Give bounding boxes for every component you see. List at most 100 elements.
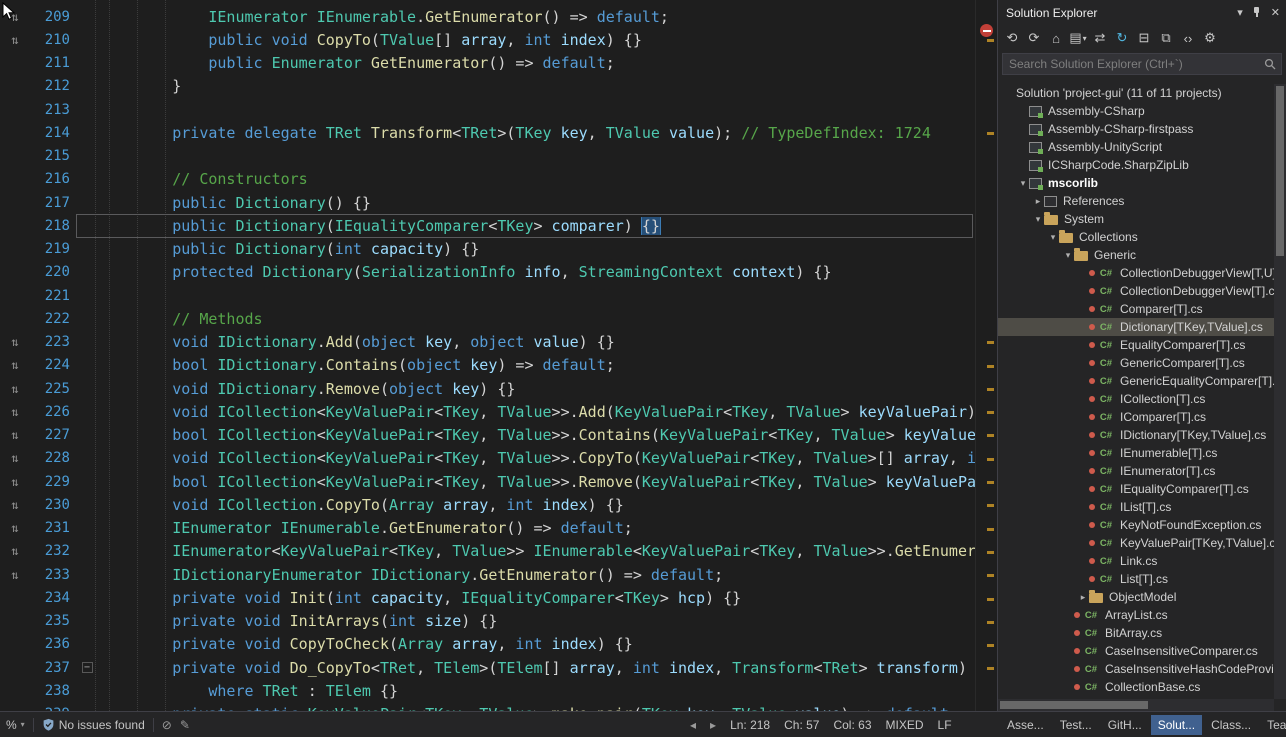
tree-item[interactable]: ▸References: [998, 192, 1274, 210]
tree-item[interactable]: C#CollectionDebuggerView[T,U].cs: [998, 264, 1274, 282]
tree-item[interactable]: C#EqualityComparer[T].cs: [998, 336, 1274, 354]
implements-interface-icon[interactable]: ⇅: [0, 498, 30, 512]
nav-prev-icon[interactable]: ◂: [690, 718, 696, 732]
tree-item[interactable]: C#CollectionDebuggerView[T].cs: [998, 282, 1274, 300]
implements-interface-icon[interactable]: ⇅: [0, 335, 30, 349]
line-ending-indicator[interactable]: LF: [938, 718, 952, 732]
implements-interface-icon[interactable]: ⇅: [0, 568, 30, 582]
code-line[interactable]: 211public Enumerator GetEnumerator() => …: [0, 52, 975, 75]
tree-item[interactable]: C#CollectionBase.cs: [998, 678, 1274, 696]
tool-window-tab[interactable]: GitH...: [1101, 715, 1149, 735]
window-menu-icon[interactable]: ▾: [1237, 6, 1243, 19]
tree-item[interactable]: C#Link.cs: [998, 552, 1274, 570]
code-line[interactable]: 222// Methods: [0, 307, 975, 330]
line-indicator[interactable]: Ln: 218: [730, 718, 770, 732]
tree-item[interactable]: Assembly-CSharp: [998, 102, 1274, 120]
collapse-all-icon[interactable]: ⊟: [1134, 28, 1154, 48]
code-line[interactable]: ⇅228void ICollection<KeyValuePair<TKey, …: [0, 447, 975, 470]
tool-window-tab[interactable]: Tea...: [1260, 715, 1286, 735]
expander-icon[interactable]: ▾: [1032, 214, 1044, 225]
code-line[interactable]: 234private void Init(int capacity, IEqua…: [0, 586, 975, 609]
expander-icon[interactable]: ▾: [1062, 250, 1074, 261]
code-line[interactable]: ⇅224bool IDictionary.Contains(object key…: [0, 354, 975, 377]
code-line[interactable]: ⇅223void IDictionary.Add(object key, obj…: [0, 331, 975, 354]
tree-vertical-scrollbar[interactable]: [1274, 84, 1286, 699]
close-icon[interactable]: ✕: [1271, 6, 1280, 19]
refresh-icon[interactable]: ↻: [1112, 28, 1132, 48]
code-line[interactable]: 220protected Dictionary(SerializationInf…: [0, 261, 975, 284]
tree-item[interactable]: Solution 'project-gui' (11 of 11 project…: [998, 84, 1274, 102]
code-line[interactable]: ⇅210public void CopyTo(TValue[] array, i…: [0, 28, 975, 51]
code-line[interactable]: 239private static KeyValuePair<TKey, TVa…: [0, 703, 975, 712]
tree-item[interactable]: C#IComparer[T].cs: [998, 408, 1274, 426]
tree-item[interactable]: C#BitArray.cs: [998, 624, 1274, 642]
solution-explorer-titlebar[interactable]: Solution Explorer ▾ ✕: [998, 0, 1286, 25]
tree-item[interactable]: C#IDictionary[TKey,TValue].cs: [998, 426, 1274, 444]
code-line[interactable]: ⇅227bool ICollection<KeyValuePair<TKey, …: [0, 424, 975, 447]
tree-item[interactable]: C#KeyValuePair[TKey,TValue].cs: [998, 534, 1274, 552]
code-line[interactable]: 235private void InitArrays(int size) {}: [0, 610, 975, 633]
implements-interface-icon[interactable]: ⇅: [0, 451, 30, 465]
highlighting-level-icon[interactable]: ⊘: [162, 718, 172, 732]
nav-forward-icon[interactable]: ⟳: [1024, 28, 1044, 48]
sync-with-active-document-icon[interactable]: ⇄: [1090, 28, 1110, 48]
implements-interface-icon[interactable]: ⇅: [0, 521, 30, 535]
scrollbar-thumb[interactable]: [1000, 701, 1148, 709]
home-icon[interactable]: ⌂: [1046, 28, 1066, 48]
implements-interface-icon[interactable]: ⇅: [0, 475, 30, 489]
tree-item[interactable]: C#GenericComparer[T].cs: [998, 354, 1274, 372]
tree-item[interactable]: C#KeyNotFoundException.cs: [998, 516, 1274, 534]
code-line[interactable]: 218public Dictionary(IEqualityComparer<T…: [0, 214, 975, 237]
tree-item[interactable]: C#CaseInsensitiveHashCodeProvider.cs: [998, 660, 1274, 678]
tree-item[interactable]: C#IList[T].cs: [998, 498, 1274, 516]
error-indicator-icon[interactable]: [980, 24, 993, 37]
search-box[interactable]: [1002, 53, 1282, 75]
tree-item[interactable]: Assembly-CSharp-firstpass: [998, 120, 1274, 138]
code-line[interactable]: 212}: [0, 75, 975, 98]
implements-interface-icon[interactable]: ⇅: [0, 33, 30, 47]
edit-mode-icon[interactable]: ✎: [180, 718, 190, 732]
code-line[interactable]: ⇅226void ICollection<KeyValuePair<TKey, …: [0, 400, 975, 423]
tree-item[interactable]: C#GenericEqualityComparer[T].cs: [998, 372, 1274, 390]
fold-collapse-icon[interactable]: −: [74, 662, 100, 673]
code-line[interactable]: 213: [0, 98, 975, 121]
code-line[interactable]: 219public Dictionary(int capacity) {}: [0, 238, 975, 261]
code-line[interactable]: 236private void CopyToCheck(Array array,…: [0, 633, 975, 656]
tree-item[interactable]: ▾System: [998, 210, 1274, 228]
show-all-files-icon[interactable]: ⧉: [1156, 28, 1176, 48]
tree-item[interactable]: ▾mscorlib: [998, 174, 1274, 192]
tree-item[interactable]: C#CaseInsensitiveComparer.cs: [998, 642, 1274, 660]
code-line[interactable]: ⇅233IDictionaryEnumerator IDictionary.Ge…: [0, 563, 975, 586]
tree-item[interactable]: C#ICollection[T].cs: [998, 390, 1274, 408]
code-line[interactable]: ⇅230void ICollection.CopyTo(Array array,…: [0, 493, 975, 516]
pin-icon[interactable]: [1251, 6, 1263, 19]
code-line[interactable]: 217public Dictionary() {}: [0, 191, 975, 214]
indent-style-indicator[interactable]: MIXED: [886, 718, 924, 732]
implements-interface-icon[interactable]: ⇅: [0, 428, 30, 442]
issues-status[interactable]: No issues found: [42, 718, 145, 732]
tree-item[interactable]: Assembly-UnityScript: [998, 138, 1274, 156]
expander-icon[interactable]: ▸: [1077, 592, 1089, 603]
tree-item[interactable]: C#IEnumerable[T].cs: [998, 444, 1274, 462]
code-line[interactable]: 214private delegate TRet Transform<TRet>…: [0, 121, 975, 144]
code-line[interactable]: ⇅229bool ICollection<KeyValuePair<TKey, …: [0, 470, 975, 493]
code-line[interactable]: ⇅209IEnumerator IEnumerable.GetEnumerato…: [0, 5, 975, 28]
tree-item[interactable]: C#IEqualityComparer[T].cs: [998, 480, 1274, 498]
expander-icon[interactable]: ▾: [1047, 232, 1059, 243]
nav-next-icon[interactable]: ▸: [710, 718, 716, 732]
scrollbar-thumb[interactable]: [1276, 86, 1284, 256]
search-input[interactable]: [1003, 57, 1264, 71]
code-line[interactable]: ⇅231IEnumerator IEnumerable.GetEnumerato…: [0, 517, 975, 540]
code-line[interactable]: 237−private void Do_CopyTo<TRet, TElem>(…: [0, 656, 975, 679]
implements-interface-icon[interactable]: ⇅: [0, 544, 30, 558]
implements-interface-icon[interactable]: ⇅: [0, 358, 30, 372]
tree-item[interactable]: ▾Generic: [998, 246, 1274, 264]
view-code-icon[interactable]: ‹›: [1178, 28, 1198, 48]
editor-scrollbar[interactable]: [975, 0, 997, 711]
code-line[interactable]: 215: [0, 145, 975, 168]
tree-item[interactable]: C#ArrayList.cs: [998, 606, 1274, 624]
expander-icon[interactable]: ▸: [1032, 196, 1044, 207]
code-line[interactable]: 221: [0, 284, 975, 307]
expander-icon[interactable]: ▾: [1017, 178, 1029, 189]
switch-views-icon[interactable]: ▤▾: [1068, 28, 1088, 48]
